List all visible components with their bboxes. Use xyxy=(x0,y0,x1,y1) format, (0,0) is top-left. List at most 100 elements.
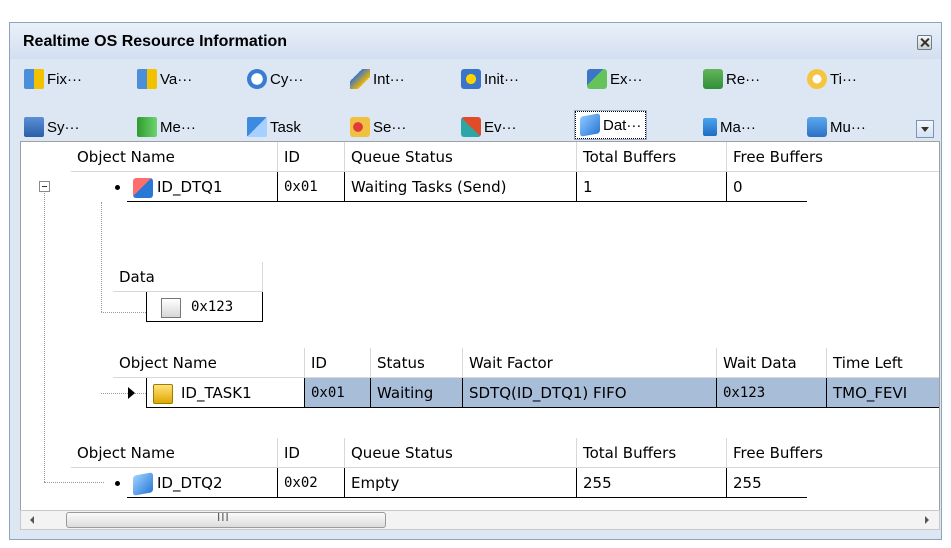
col-header-time-left[interactable]: Time Left xyxy=(827,348,939,378)
col-header-wait-data[interactable]: Wait Data xyxy=(717,348,827,378)
tab-mutex[interactable]: Mu··· xyxy=(807,115,866,139)
tree-line xyxy=(44,482,104,483)
tab-cyclic-handler[interactable]: Cy··· xyxy=(247,67,303,91)
col-header-total-buffers[interactable]: Total Buffers xyxy=(577,142,727,172)
tab-label: Mu··· xyxy=(830,118,866,136)
tab-extended-svc[interactable]: Ex··· xyxy=(587,67,643,91)
tab-label: Fix··· xyxy=(47,70,82,88)
col-header-queue-status[interactable]: Queue Status xyxy=(345,142,577,172)
tab-label: Ev··· xyxy=(484,118,517,136)
scroll-left-button[interactable] xyxy=(23,511,43,529)
dtq2-total-buffers: 255 xyxy=(577,468,727,498)
tab-variable-memory-pool[interactable]: Va··· xyxy=(137,67,192,91)
dtq1-total-buffers: 1 xyxy=(577,172,727,202)
eventflag-icon xyxy=(461,117,481,137)
col-header-total-buffers[interactable]: Total Buffers xyxy=(577,438,727,468)
col-header-id[interactable]: ID xyxy=(278,438,345,468)
memory-icon xyxy=(137,117,157,137)
task1-wait-data: 0x123 xyxy=(717,378,827,408)
tree-line xyxy=(101,393,146,394)
dtq2-free-buffers: 255 xyxy=(727,468,807,498)
col-header-task-status[interactable]: Status xyxy=(371,348,463,378)
tab-interrupt-handler[interactable]: Int··· xyxy=(350,67,405,91)
window-title: Realtime OS Resource Information xyxy=(23,33,288,50)
tab-label: Cy··· xyxy=(270,70,304,88)
resource-tree[interactable]: Object Name ID Queue Status Total Buffer… xyxy=(20,141,940,511)
col-header-object-name[interactable]: Object Name xyxy=(71,142,278,172)
tab-initialization-routine[interactable]: Init··· xyxy=(461,67,519,91)
tab-eventflag[interactable]: Ev··· xyxy=(461,115,517,139)
collapse-toggle[interactable] xyxy=(39,181,50,192)
tab-label: Re··· xyxy=(726,70,761,88)
dtq2-queue-status: Empty xyxy=(345,468,577,498)
timer-queue-icon xyxy=(807,69,827,89)
scrollbar-grip: III xyxy=(217,511,230,524)
mutex-icon xyxy=(807,117,827,137)
row-bullet xyxy=(115,185,120,190)
col-header-free-buffers[interactable]: Free Buffers xyxy=(727,438,939,468)
tree-line xyxy=(44,187,45,482)
title-bar: Realtime OS Resource Information xyxy=(10,23,941,59)
col-header-wait-factor[interactable]: Wait Factor xyxy=(463,348,717,378)
task1-id: 0x01 xyxy=(305,378,371,408)
col-header-id[interactable]: ID xyxy=(278,142,345,172)
current-row-indicator xyxy=(128,387,135,399)
task1-wait-factor: SDTQ(ID_DTQ1) FIFO xyxy=(463,378,717,408)
col-header-data[interactable]: Data xyxy=(113,262,263,292)
tab-system-status[interactable]: Sy··· xyxy=(24,115,80,139)
data-queue-icon xyxy=(580,113,600,137)
col-header-task-object-name[interactable]: Object Name xyxy=(113,348,305,378)
system-status-icon xyxy=(24,117,44,137)
tab-label: Se··· xyxy=(373,118,407,136)
cyclic-handler-icon xyxy=(247,69,267,89)
tab-timer-queue[interactable]: Ti··· xyxy=(807,67,857,91)
data-queue-icon xyxy=(133,472,153,496)
resource-info-window: Realtime OS Resource Information Fix··· … xyxy=(9,22,942,540)
close-button[interactable] xyxy=(917,35,932,50)
tab-label: Task xyxy=(270,118,301,136)
tab-label: Va··· xyxy=(160,70,193,88)
interrupt-handler-icon xyxy=(350,69,370,89)
task1-time-left: TMO_FEVI xyxy=(827,378,939,408)
fixed-memory-pool-icon xyxy=(24,69,44,89)
data-value-icon xyxy=(161,298,181,318)
tab-ready-queue[interactable]: Re··· xyxy=(703,67,760,91)
initialization-routine-icon xyxy=(461,69,481,89)
tab-semaphore[interactable]: Se··· xyxy=(350,115,406,139)
col-header-object-name[interactable]: Object Name xyxy=(71,438,278,468)
col-header-task-id[interactable]: ID xyxy=(305,348,371,378)
task1-status: Waiting xyxy=(371,378,463,408)
tree-line xyxy=(101,312,146,313)
semaphore-icon xyxy=(350,117,370,137)
tree-line xyxy=(101,202,102,312)
tab-task[interactable]: Task xyxy=(247,115,301,139)
col-header-free-buffers[interactable]: Free Buffers xyxy=(727,142,939,172)
tab-data-queue[interactable]: Dat··· xyxy=(573,110,648,140)
task-icon xyxy=(247,117,267,137)
dtq1-queue-status: Waiting Tasks (Send) xyxy=(345,172,577,202)
variable-memory-pool-icon xyxy=(137,69,157,89)
toolbar-overflow-button[interactable] xyxy=(916,120,934,138)
tab-label: Ma··· xyxy=(720,118,756,136)
tab-label: Int··· xyxy=(373,70,405,88)
task-waiting-icon xyxy=(153,384,173,404)
scrollbar-thumb[interactable]: III xyxy=(66,511,386,528)
row-bullet xyxy=(115,481,120,486)
tab-mailbox[interactable]: Ma··· xyxy=(703,115,756,139)
extended-svc-icon xyxy=(587,69,607,89)
dtq1-id: 0x01 xyxy=(278,172,345,202)
tab-label: Ti··· xyxy=(830,70,857,88)
horizontal-scrollbar[interactable]: III xyxy=(20,510,940,530)
scroll-right-button[interactable] xyxy=(917,511,937,529)
data-queue-waiting-icon xyxy=(133,178,153,198)
tab-label: Ex··· xyxy=(610,70,643,88)
tab-label: Dat··· xyxy=(603,116,642,134)
ready-queue-icon xyxy=(703,69,723,89)
tab-fixed-memory-pool[interactable]: Fix··· xyxy=(24,67,82,91)
tab-memory[interactable]: Me··· xyxy=(137,115,196,139)
tab-label: Sy··· xyxy=(47,118,80,136)
col-header-queue-status[interactable]: Queue Status xyxy=(345,438,577,468)
tab-label: Me··· xyxy=(160,118,196,136)
dtq1-free-buffers: 0 xyxy=(727,172,807,202)
mailbox-icon xyxy=(703,118,717,136)
